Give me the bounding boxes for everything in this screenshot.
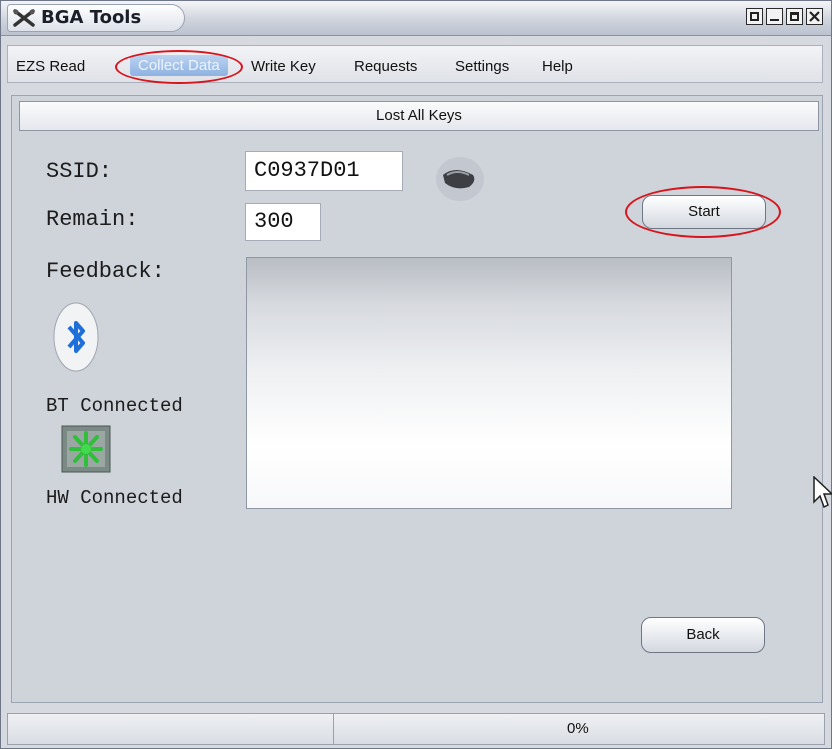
window-title: BGA Tools xyxy=(41,7,142,28)
feedback-label: Feedback: xyxy=(46,259,165,284)
ssid-label: SSID: xyxy=(46,159,113,184)
feedback-box[interactable] xyxy=(246,257,732,509)
menu-help[interactable]: Help xyxy=(542,58,573,75)
pin-icon[interactable] xyxy=(746,8,763,25)
back-button[interactable]: Back xyxy=(641,617,765,653)
menu-write-key[interactable]: Write Key xyxy=(251,58,316,75)
tools-icon xyxy=(13,9,35,27)
menu-settings[interactable]: Settings xyxy=(455,58,509,75)
title-bar[interactable]: BGA Tools xyxy=(1,1,831,36)
menu-requests[interactable]: Requests xyxy=(354,58,417,75)
remain-label: Remain: xyxy=(46,207,139,232)
close-icon[interactable] xyxy=(806,8,823,25)
menu-ezs-read[interactable]: EZS Read xyxy=(16,58,85,75)
car-key-icon xyxy=(433,153,487,205)
hardware-icon xyxy=(61,425,111,473)
status-cell-left xyxy=(8,714,334,744)
maximize-icon[interactable] xyxy=(786,8,803,25)
collect-data-highlight xyxy=(115,50,243,84)
panel-header: Lost All Keys xyxy=(19,101,819,131)
status-bar xyxy=(7,713,825,745)
window-controls xyxy=(746,8,823,25)
minimize-icon[interactable] xyxy=(766,8,783,25)
remain-field[interactable]: 300 xyxy=(245,203,321,241)
hw-status: HW Connected xyxy=(46,487,183,509)
app-window: BGA Tools EZS Read Collect Data Write Ke… xyxy=(0,0,832,749)
progress-text: 0% xyxy=(567,720,589,737)
bluetooth-icon xyxy=(52,301,100,377)
start-highlight xyxy=(625,186,781,238)
ssid-field[interactable]: C0937D01 xyxy=(245,151,403,191)
bt-status: BT Connected xyxy=(46,395,183,417)
mouse-cursor-icon xyxy=(813,476,832,509)
